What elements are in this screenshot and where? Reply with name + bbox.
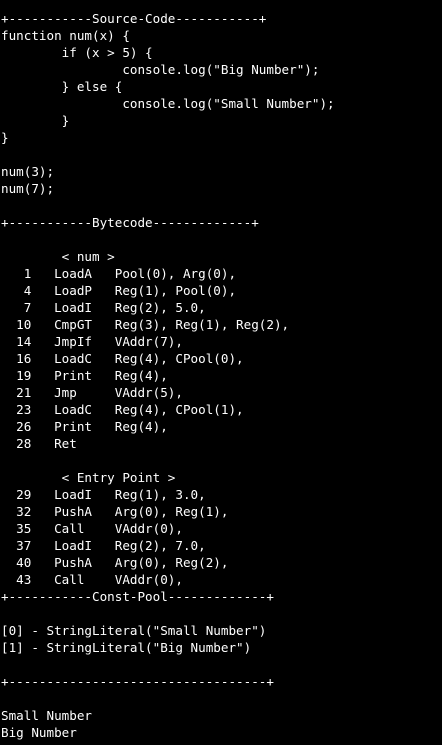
terminal-line: 32 PushA Arg(0), Reg(1), — [1, 504, 229, 519]
terminal-line: 23 LoadC Reg(4), CPool(1), — [1, 402, 244, 417]
terminal-line: num(7); — [1, 181, 55, 196]
terminal-line: 40 PushA Arg(0), Reg(2), — [1, 555, 229, 570]
terminal-line: 14 JmpIf VAddr(7), — [1, 334, 183, 349]
terminal-line: [1] - StringLiteral("Big Number") — [1, 640, 252, 655]
terminal-line: +----------------------------------+ — [1, 674, 274, 689]
terminal-line: 16 LoadC Reg(4), CPool(0), — [1, 351, 244, 366]
terminal-line: Big Number — [1, 725, 77, 740]
terminal-line: < num > — [1, 249, 115, 264]
terminal-line: if (x > 5) { — [1, 45, 153, 60]
terminal-line: 1 LoadA Pool(0), Arg(0), — [1, 266, 237, 281]
terminal-line: 21 Jmp VAddr(5), — [1, 385, 183, 400]
terminal-line: [0] - StringLiteral("Small Number") — [1, 623, 267, 638]
terminal-line: 10 CmpGT Reg(3), Reg(1), Reg(2), — [1, 317, 290, 332]
terminal-output: +-----------Source-Code-----------+ funct… — [1, 10, 442, 741]
terminal-line: 28 Ret — [1, 436, 77, 451]
terminal-line: console.log("Big Number"); — [1, 62, 320, 77]
terminal-line: +-----------Source-Code-----------+ — [1, 11, 267, 26]
terminal-line: 43 Call VAddr(0), — [1, 572, 183, 587]
terminal-line: } — [1, 130, 9, 145]
terminal-line: +-----------Bytecode-------------+ — [1, 215, 259, 230]
terminal-line: 26 Print Reg(4), — [1, 419, 168, 434]
terminal-line: function num(x) { — [1, 28, 130, 43]
terminal-line: 29 LoadI Reg(1), 3.0, — [1, 487, 206, 502]
terminal-line: 7 LoadI Reg(2), 5.0, — [1, 300, 206, 315]
terminal-line: console.log("Small Number"); — [1, 96, 335, 111]
terminal-line: 35 Call VAddr(0), — [1, 521, 183, 536]
terminal-line: < Entry Point > — [1, 470, 176, 485]
terminal-line: Small Number — [1, 708, 92, 723]
terminal-line: } — [1, 113, 70, 128]
terminal-line: 4 LoadP Reg(1), Pool(0), — [1, 283, 237, 298]
terminal-line: } else { — [1, 79, 123, 94]
terminal-line: 19 Print Reg(4), — [1, 368, 168, 383]
terminal-line: num(3); — [1, 164, 55, 179]
terminal-line: +-----------Const-Pool-------------+ — [1, 589, 274, 604]
terminal-line: 37 LoadI Reg(2), 7.0, — [1, 538, 206, 553]
